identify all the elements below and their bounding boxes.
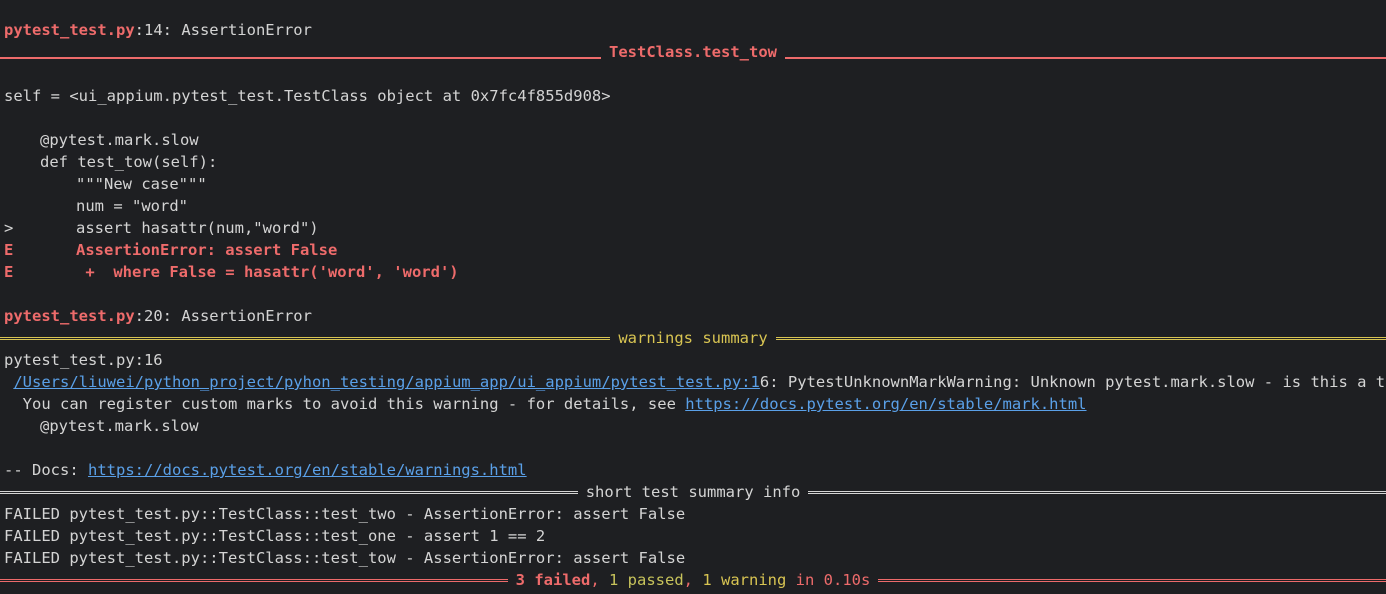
hint-text: You can register custom marks to avoid t…	[22, 395, 686, 413]
test-section-header: TestClass.test_tow	[0, 41, 1386, 63]
assert-marker: >	[4, 219, 14, 237]
separator-bar-right	[878, 578, 1386, 582]
docs-line: -- Docs: https://docs.pytest.org/en/stab…	[4, 459, 1386, 481]
separator-bar-left	[0, 578, 508, 582]
warning-count: 1 warning	[702, 571, 787, 589]
docs-label: -- Docs:	[4, 461, 88, 479]
error-detail: + where False = hasattr('word', 'word')	[76, 263, 459, 281]
separator-bar-right	[775, 336, 1386, 340]
warning-file-link[interactable]: /Users/liuwei/python_project/pyhon_testi…	[13, 373, 760, 391]
separator-bar-left	[0, 490, 578, 494]
short-summary-header: short test summary info	[0, 481, 1386, 503]
self-line: self = <ui_appium.pytest_test.TestClass …	[4, 87, 611, 105]
failed-item: FAILED pytest_test.py::TestClass::test_o…	[4, 527, 546, 545]
error-line-1: E AssertionError: assert False	[4, 239, 1386, 261]
passed-count: 1 passed	[609, 571, 684, 589]
code-def: def test_tow(self):	[40, 153, 218, 171]
separator-bar-right	[785, 57, 1386, 59]
code-docstring: """New case"""	[76, 175, 207, 193]
file-name: pytest_test.py	[4, 307, 135, 325]
location-rest: :20: AssertionError	[134, 307, 312, 325]
warning-decorator: @pytest.mark.slow	[40, 417, 199, 435]
failed-item: FAILED pytest_test.py::TestClass::test_t…	[4, 549, 686, 567]
traceback-location-1: pytest_test.py:14: AssertionError	[4, 19, 1386, 41]
terminal-output: pytest_test.py:14: AssertionError TestCl…	[0, 0, 1386, 591]
warnings-docs-link[interactable]: https://docs.pytest.org/en/stable/warnin…	[88, 461, 527, 479]
separator-bar-left	[0, 57, 602, 59]
warning-location: pytest_test.py:16	[4, 351, 163, 369]
elapsed-time: in 0.10s	[786, 571, 871, 589]
result-summary: 3 failed, 1 passed, 1 warning in 0.10s	[508, 569, 879, 591]
warnings-title: warnings summary	[618, 329, 768, 347]
warning-hint: You can register custom marks to avoid t…	[4, 393, 1386, 415]
file-name: pytest_test.py	[4, 21, 135, 39]
warnings-summary-header: warnings summary	[0, 327, 1386, 349]
final-result-line: 3 failed, 1 passed, 1 warning in 0.10s	[0, 569, 1386, 591]
code-num: num = "word"	[76, 197, 188, 215]
assert-code: assert hasattr(num,"word")	[76, 219, 319, 237]
failed-item: FAILED pytest_test.py::TestClass::test_t…	[4, 505, 686, 523]
mark-docs-link[interactable]: https://docs.pytest.org/en/stable/mark.h…	[685, 395, 1086, 413]
location-rest: :14: AssertionError	[134, 21, 312, 39]
code-decorator: @pytest.mark.slow	[40, 131, 199, 149]
warning-text: 6: PytestUnknownMarkWarning: Unknown pyt…	[759, 373, 1386, 391]
failed-count: 3 failed	[515, 571, 591, 589]
error-marker: E	[4, 263, 14, 281]
code-assert: > assert hasattr(num,"word")	[4, 217, 1386, 239]
separator-bar-left	[0, 336, 611, 340]
warning-message: /Users/liuwei/python_project/pyhon_testi…	[4, 371, 1386, 393]
error-line-2: E + where False = hasattr('word', 'word'…	[4, 261, 1386, 283]
short-summary-title: short test summary info	[585, 483, 801, 501]
error-marker: E	[4, 241, 14, 259]
error-message: AssertionError: assert False	[76, 241, 338, 259]
separator-bar-right	[808, 490, 1386, 494]
result-sep: ,	[590, 571, 609, 589]
result-sep: ,	[683, 571, 703, 589]
traceback-location-2: pytest_test.py:20: AssertionError	[4, 305, 1386, 327]
section-title: TestClass.test_tow	[609, 43, 777, 61]
